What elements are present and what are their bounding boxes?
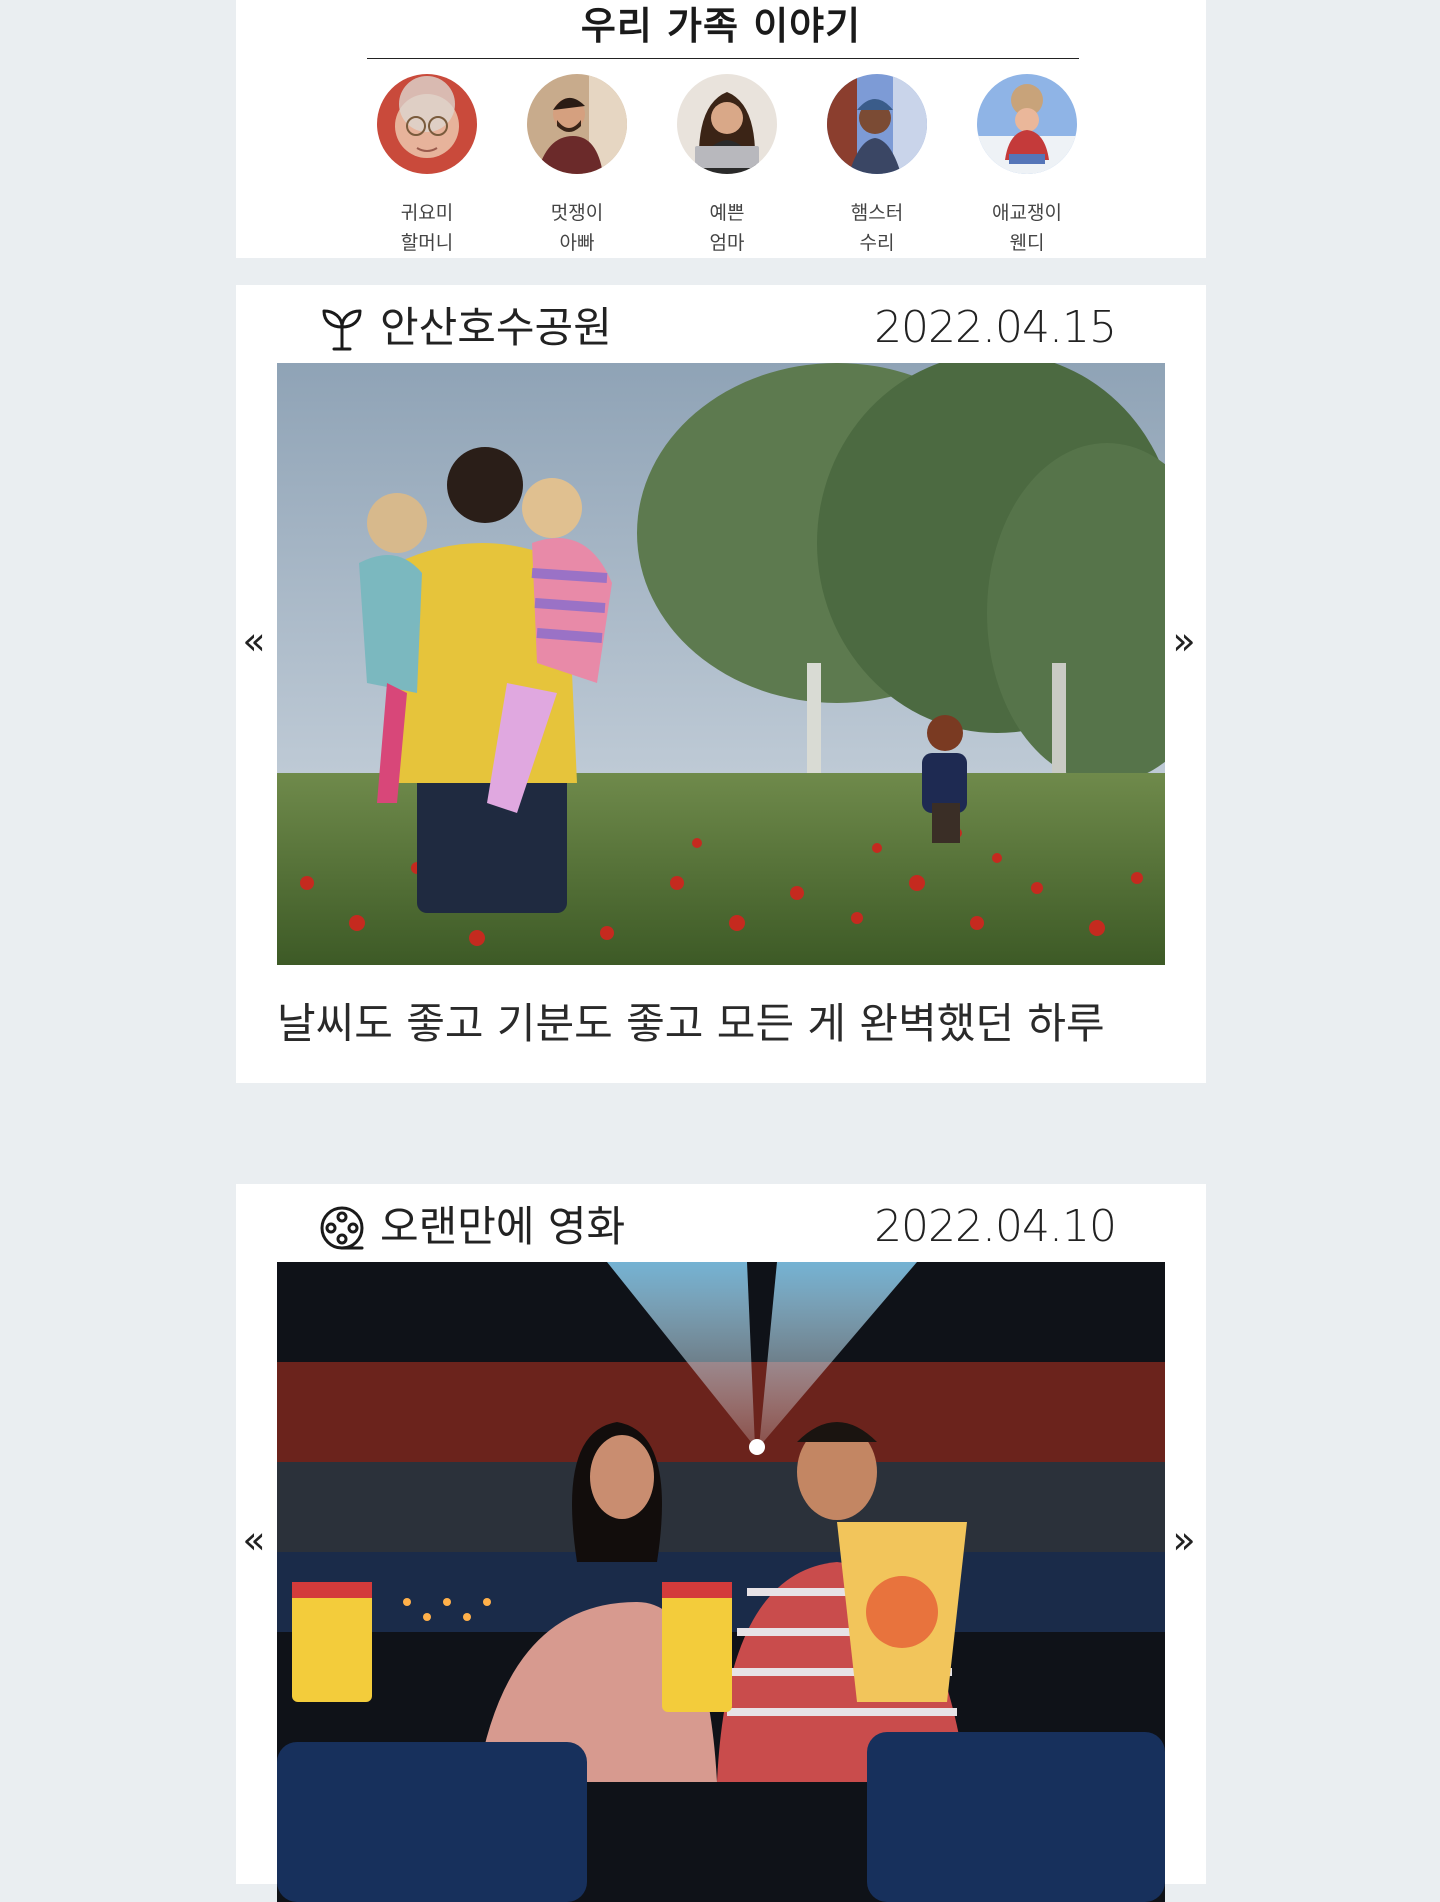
title-divider xyxy=(367,58,1079,59)
member-name-line2: 할머니 xyxy=(400,232,454,254)
post-header: 오랜만에 영화 2022.04.10 xyxy=(318,1194,1117,1256)
member-name-line2: 엄마 xyxy=(709,232,745,254)
family-title: 우리 가족 이야기 xyxy=(580,4,862,48)
avatar[interactable] xyxy=(377,74,477,174)
member-name-line2: 아빠 xyxy=(559,232,595,254)
member-name-line2: 수리 xyxy=(859,232,895,254)
family-header-card: 우리 가족 이야기 귀요미 할머니 멋쟁이 아빠 예쁜 엄마 햄스터 수리 애교… xyxy=(236,0,1206,258)
post-header: 안산호수공원 2022.04.15 xyxy=(318,295,1117,357)
member-grandma[interactable]: 귀요미 할머니 xyxy=(352,74,502,258)
sprout-icon xyxy=(318,305,366,353)
film-reel-icon xyxy=(318,1204,366,1252)
post-photo[interactable] xyxy=(277,1262,1165,1902)
member-dad[interactable]: 멋쟁이 아빠 xyxy=(502,74,652,258)
post-title: 안산호수공원 xyxy=(380,303,612,352)
member-name-line1: 예쁜 xyxy=(709,202,745,224)
next-photo-button[interactable]: » xyxy=(1166,1520,1202,1560)
previous-photo-button[interactable]: « xyxy=(236,1520,272,1560)
post-card: 오랜만에 영화 2022.04.10 « » xyxy=(236,1184,1206,1902)
member-child[interactable]: 햄스터 수리 xyxy=(802,74,952,258)
avatar[interactable] xyxy=(677,74,777,174)
post-date: 2022.04.15 xyxy=(874,302,1117,353)
post-date: 2022.04.10 xyxy=(874,1201,1117,1252)
member-name-line1: 멋쟁이 xyxy=(550,202,604,224)
previous-photo-button[interactable]: « xyxy=(236,621,272,661)
member-name-line1: 애교쟁이 xyxy=(992,202,1062,224)
member-name-line1: 귀요미 xyxy=(400,202,454,224)
avatar[interactable] xyxy=(977,74,1077,174)
post-title: 오랜만에 영화 xyxy=(380,1202,626,1251)
member-baby[interactable]: 애교쟁이 웬디 xyxy=(952,74,1102,258)
post-caption: 날씨도 좋고 기분도 좋고 모든 게 완벽했던 하루 xyxy=(277,999,1105,1048)
post-photo[interactable] xyxy=(277,363,1165,965)
post-card: 안산호수공원 2022.04.15 « » 날씨도 좋고 기분도 좋고 모든 게… xyxy=(236,285,1206,1083)
next-photo-button[interactable]: » xyxy=(1166,621,1202,661)
family-member-list: 귀요미 할머니 멋쟁이 아빠 예쁜 엄마 햄스터 수리 애교쟁이 웬디 xyxy=(236,74,1206,258)
member-name-line2: 웬디 xyxy=(1009,232,1045,254)
member-name-line1: 햄스터 xyxy=(850,202,904,224)
avatar[interactable] xyxy=(527,74,627,174)
avatar[interactable] xyxy=(827,74,927,174)
member-mom[interactable]: 예쁜 엄마 xyxy=(652,74,802,258)
